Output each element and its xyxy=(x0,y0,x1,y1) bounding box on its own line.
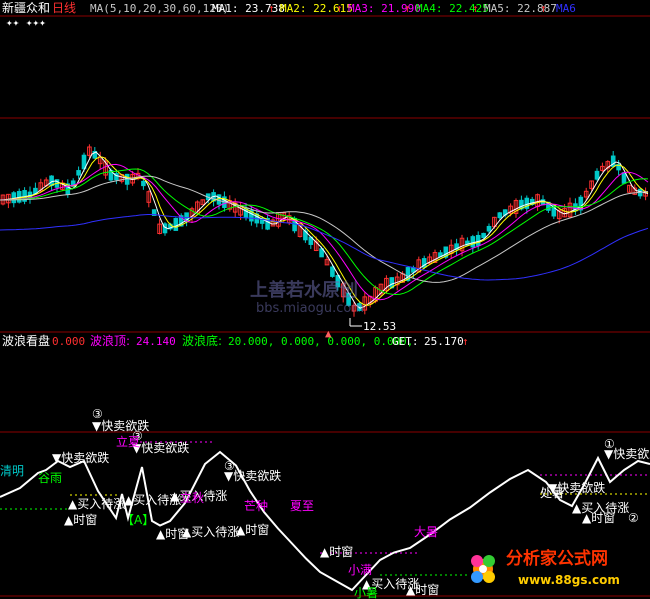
indicator-header: 波浪看盘 0.000 波浪顶: 24.140 波浪底: 20.000, 0.00… xyxy=(2,333,469,348)
season-label: 清明 xyxy=(0,464,24,478)
time-window-label: ▲时窗 xyxy=(582,511,615,525)
watermark-url: bbs.miaogu.com xyxy=(256,301,364,316)
season-label: 芒种 xyxy=(244,498,268,513)
ma-up-arrow-icon: ↑ xyxy=(472,2,479,15)
candle xyxy=(470,236,476,248)
sell-signal-label: ▼快卖欲跌 xyxy=(52,450,109,465)
season-label: 处暑 xyxy=(540,486,564,500)
candle xyxy=(173,218,179,231)
watermark-cn: 上善若水原创 xyxy=(250,279,358,301)
top-header: 新疆众和 日线 MA(5,10,20,30,60,120) MA1: 23.73… xyxy=(2,0,576,29)
get-value: 25.170 xyxy=(424,335,464,348)
ma-line-5 xyxy=(0,175,649,283)
time-window-label: ▲时窗 xyxy=(406,583,439,597)
season-label: 小暑 xyxy=(354,586,378,599)
season-label: 立夏 xyxy=(116,434,140,449)
sell-signal-label: ▼快卖欲跌 xyxy=(224,468,281,483)
candle xyxy=(594,170,600,180)
ma-up-arrow-icon: ↑ xyxy=(404,2,411,15)
buy-signal-label: ▲买入待涨 xyxy=(68,496,125,511)
ma-up-arrow-icon: ↑ xyxy=(540,2,547,15)
wave-top-value: 24.140 xyxy=(136,335,176,348)
brand-name: 分析家公式网 xyxy=(506,548,608,569)
indicator-v0: 0.000 xyxy=(52,335,85,348)
candle xyxy=(481,232,486,239)
sell-signal-label: ▼快卖欲跌 xyxy=(604,446,650,461)
low-marker: 12.53 xyxy=(349,318,396,333)
candle xyxy=(216,194,222,205)
watermark: 上善若水原创 bbs.miaogu.com xyxy=(250,279,364,316)
chart-canvas: 新疆众和 日线 MA(5,10,20,30,60,120) MA1: 23.73… xyxy=(0,0,650,599)
brand-url: www.88gs.com xyxy=(518,573,620,587)
ma-values: MA1: 23.738↑ MA2: 22.615↑ MA3: 21.990↑ MA4:… xyxy=(212,2,576,15)
candle xyxy=(497,212,503,219)
candle xyxy=(141,180,146,187)
wave-bottom-label: 波浪底: xyxy=(182,333,222,348)
time-window-label: ▲时窗 xyxy=(320,545,353,559)
candle xyxy=(486,225,492,232)
get-up-arrow-icon: ↑ xyxy=(462,335,469,348)
ma-up-arrow-icon: ↑ xyxy=(336,2,343,15)
time-window-label: ▲时窗 xyxy=(236,523,269,537)
candle xyxy=(76,170,81,176)
stock-name: 新疆众和 xyxy=(2,0,50,15)
panel-marker-icon: ▲ xyxy=(325,327,332,340)
time-window-label: ▲时窗 xyxy=(156,527,189,541)
wave-number-label: ② xyxy=(628,511,639,525)
wave-line xyxy=(0,450,650,592)
bracket-marker: 【A】 xyxy=(122,513,154,527)
season-label: 大暑 xyxy=(414,525,438,539)
candle xyxy=(475,234,481,246)
candle xyxy=(621,172,627,184)
low-price-label: 12.53 xyxy=(363,320,396,333)
wave-top-label: 波浪顶: xyxy=(90,333,130,348)
ma-up-arrow-icon: ↑ xyxy=(268,2,275,15)
indicator-name: 波浪看盘 xyxy=(2,333,50,348)
time-window-label: ▲时窗 xyxy=(64,513,97,527)
ma-value-6: MA6 xyxy=(556,2,576,15)
season-label: 谷雨 xyxy=(38,471,62,485)
season-label: 小满 xyxy=(348,563,372,577)
ma-line-4 xyxy=(0,168,649,296)
arrow-icons[interactable]: ✦✦ ✦✦✦ xyxy=(6,16,46,29)
ma-params: MA(5,10,20,30,60,120) xyxy=(90,2,229,15)
season-label: 立秋 xyxy=(180,490,204,505)
brand-logo: 分析家公式网 www.88gs.com xyxy=(471,548,620,587)
season-label: 夏至 xyxy=(290,499,314,513)
period-label[interactable]: 日线 xyxy=(52,1,76,15)
wave-bottom-values: 20.000, 0.000, 0.000, 0.000, xyxy=(228,335,413,348)
buy-signal-label: ▲买入待涨 xyxy=(182,524,239,539)
candle xyxy=(49,175,54,187)
get-label: GET: xyxy=(392,335,419,348)
candle xyxy=(330,266,335,277)
